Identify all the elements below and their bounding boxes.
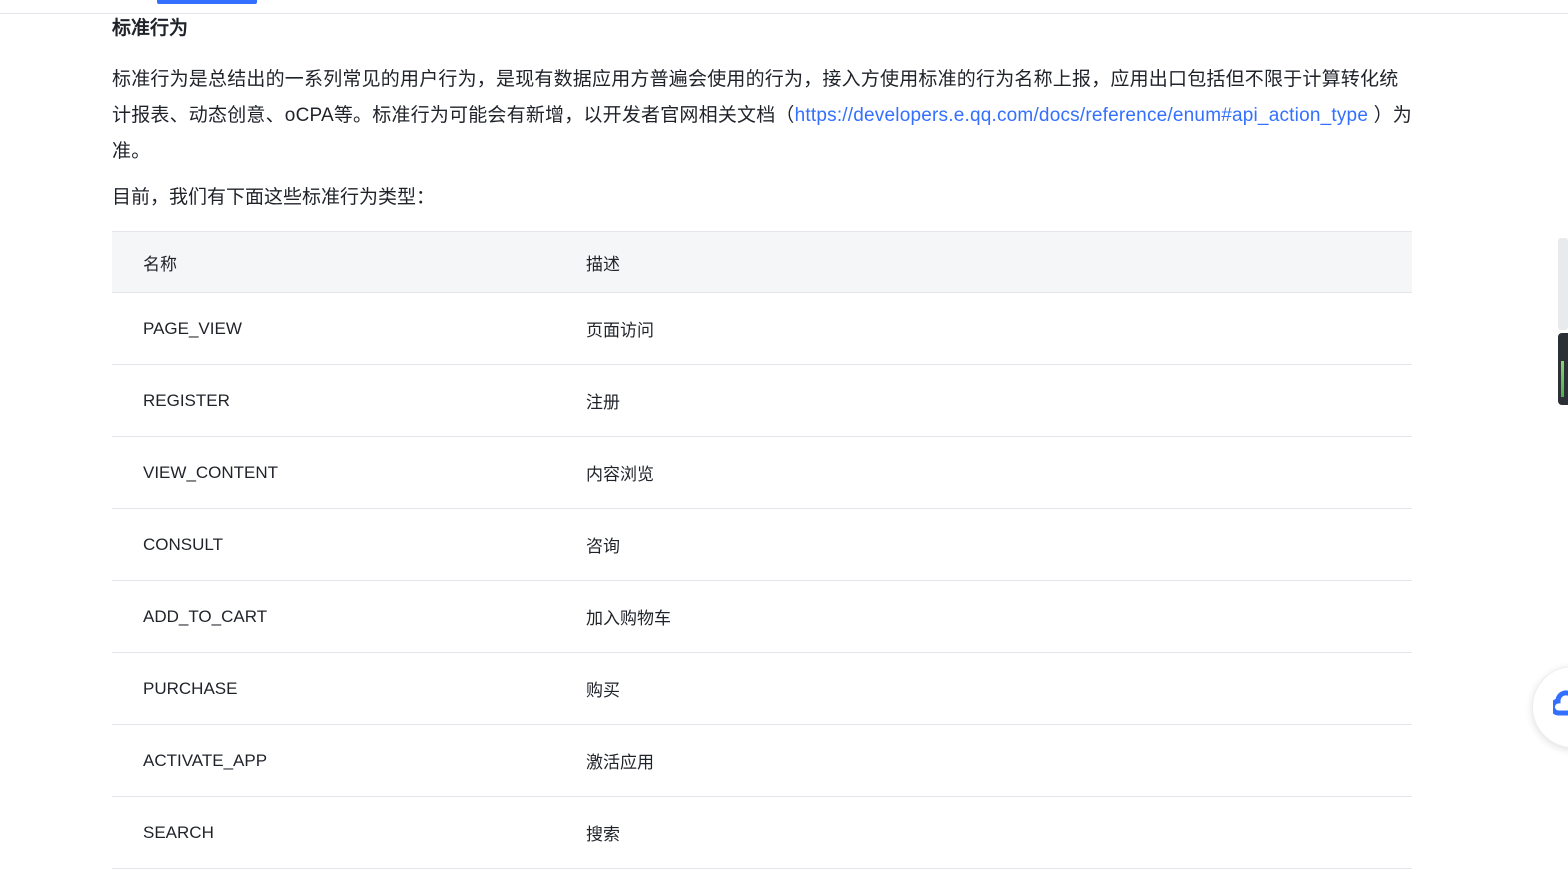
header-name: 名称	[112, 231, 585, 293]
floating-service-button[interactable]	[1532, 666, 1568, 748]
row-name: PAGE_VIEW	[112, 292, 585, 365]
standard-actions-table: 名称 描述 PAGE_VIEW 页面访问 REGISTER 注册 VIEW_CO…	[112, 231, 1412, 869]
row-description: 页面访问	[585, 292, 1412, 365]
api-action-type-link[interactable]: https://developers.e.qq.com/docs/referen…	[795, 105, 1368, 126]
table-row: PAGE_VIEW 页面访问	[112, 292, 1412, 365]
row-description: 加入购物车	[585, 580, 1412, 653]
row-description: 激活应用	[585, 724, 1412, 797]
row-description: 咨询	[585, 508, 1412, 581]
doc-content: 标准行为 标准行为是总结出的一系列常见的用户行为，是现有数据应用方普遍会使用的行…	[112, 14, 1412, 869]
section-title: 标准行为	[112, 18, 189, 39]
table-row: VIEW_CONTENT 内容浏览	[112, 436, 1412, 509]
table-row: CONSULT 咨询	[112, 508, 1412, 581]
top-nav-bar	[0, 0, 1568, 14]
scrollbar-thumb[interactable]	[1558, 238, 1568, 330]
table-row: PURCHASE 购买	[112, 652, 1412, 725]
row-name: ADD_TO_CART	[112, 580, 585, 653]
row-name: CONSULT	[112, 508, 585, 581]
types-intro: 目前，我们有下面这些标准行为类型：	[112, 187, 436, 208]
table-header-row: 名称 描述	[112, 231, 1412, 293]
header-description: 描述	[585, 231, 1412, 293]
table-row: SEARCH 搜索	[112, 796, 1412, 869]
row-description: 购买	[585, 652, 1412, 725]
side-toolbar-handle[interactable]	[1558, 333, 1568, 405]
table-row: ACTIVATE_APP 激活应用	[112, 724, 1412, 797]
row-name: REGISTER	[112, 364, 585, 437]
cloud-service-icon	[1553, 690, 1568, 716]
row-name: VIEW_CONTENT	[112, 436, 585, 509]
table-row: ADD_TO_CART 加入购物车	[112, 580, 1412, 653]
table-row: REGISTER 注册	[112, 364, 1412, 437]
row-description: 注册	[585, 364, 1412, 437]
row-description: 搜索	[585, 796, 1412, 869]
active-tab-indicator	[157, 0, 257, 4]
intro-paragraph: 标准行为是总结出的一系列常见的用户行为，是现有数据应用方普遍会使用的行为，接入方…	[112, 62, 1412, 170]
row-description: 内容浏览	[585, 436, 1412, 509]
row-name: SEARCH	[112, 796, 585, 869]
level-indicator	[1561, 361, 1564, 397]
row-name: PURCHASE	[112, 652, 585, 725]
row-name: ACTIVATE_APP	[112, 724, 585, 797]
